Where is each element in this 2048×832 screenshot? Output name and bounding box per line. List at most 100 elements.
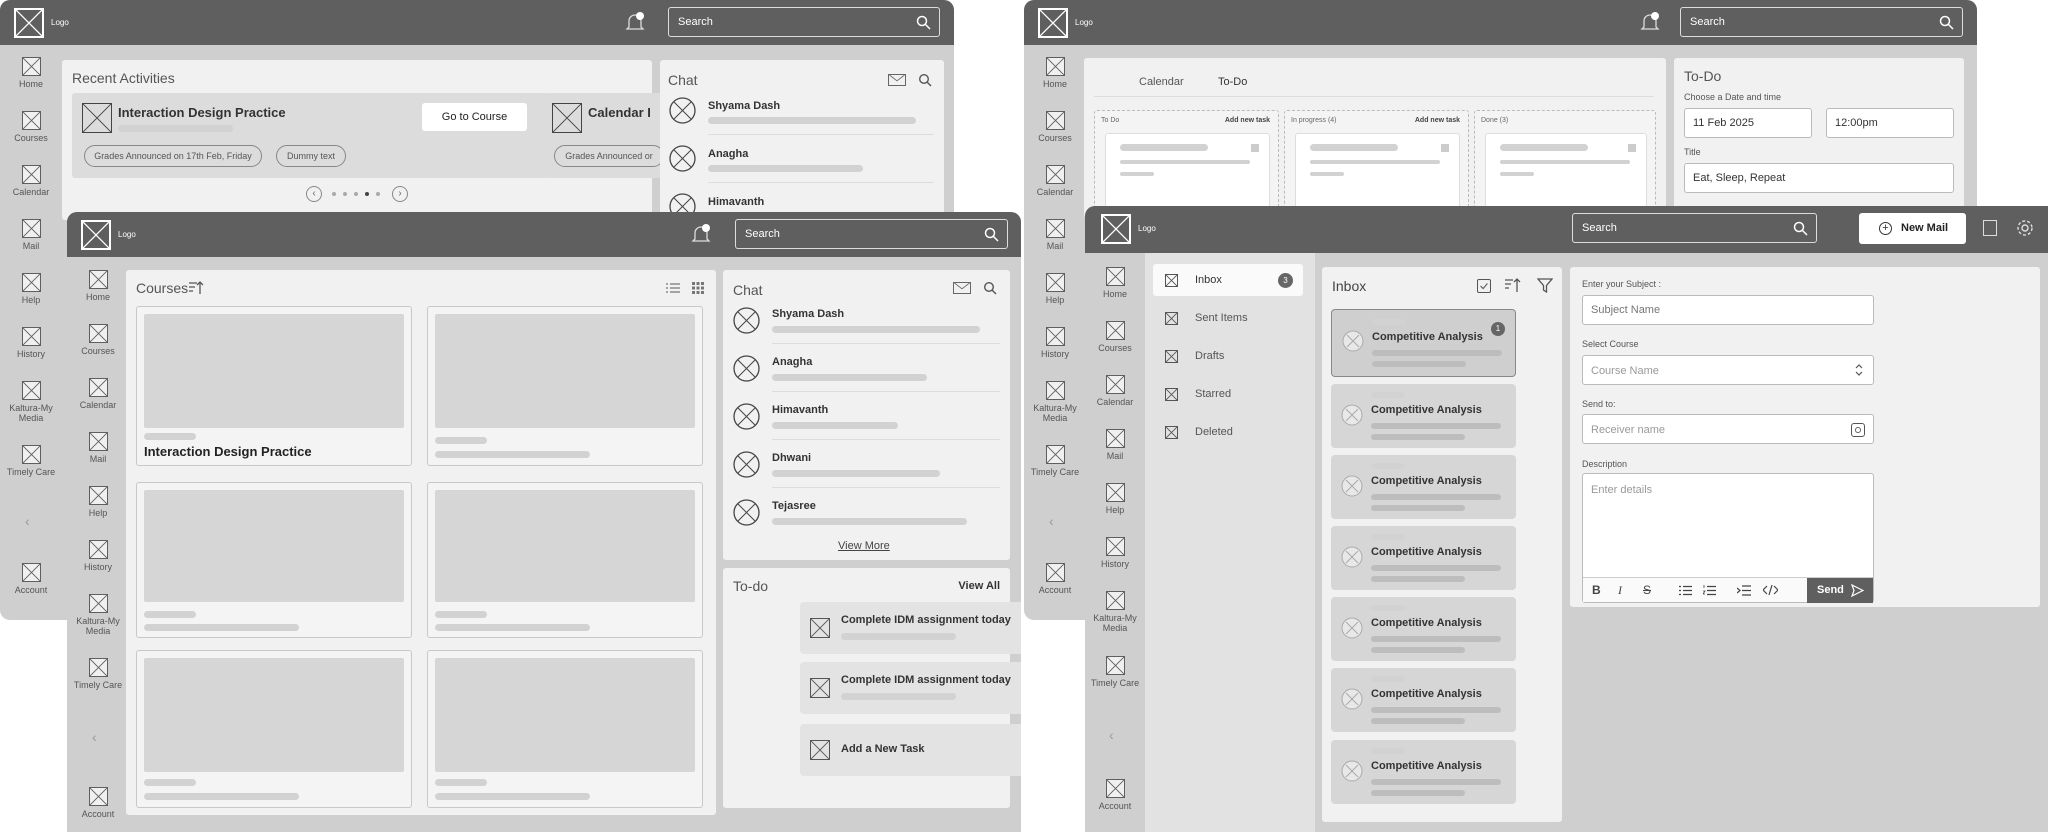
bullet-list-icon[interactable] [1679, 585, 1692, 596]
notification-bell-icon[interactable] [624, 11, 646, 33]
task-card[interactable] [1105, 133, 1270, 213]
course-card[interactable]: Interaction Design Practice [136, 306, 412, 466]
dummy-pill[interactable]: Dummy text [276, 145, 346, 167]
sidebar-item-courses[interactable]: Courses [1024, 111, 1086, 143]
todo-item[interactable]: Complete IDM assignment today [800, 662, 1021, 714]
search-input[interactable]: Search [1680, 7, 1963, 37]
sidebar-item-courses[interactable]: Courses [67, 324, 129, 356]
notification-bell-icon[interactable] [1639, 11, 1661, 33]
sidebar-item-timely-care[interactable]: Timely Care [1085, 656, 1145, 688]
sidebar-item-calendar[interactable]: Calendar [67, 378, 129, 410]
grades-pill[interactable]: Grades Announced on 17th Feb, Friday [84, 145, 262, 167]
sidebar-item-calendar[interactable]: Calendar [1024, 165, 1086, 197]
sidebar-item-mail[interactable]: Mail [1085, 429, 1145, 461]
sidebar-item-kaltura[interactable]: Kaltura-My Media [67, 594, 129, 636]
italic-icon[interactable]: I [1618, 583, 1622, 598]
strikethrough-icon[interactable]: S [1643, 583, 1651, 597]
sort-icon[interactable] [188, 281, 204, 295]
view-all-link[interactable]: View All [958, 580, 1000, 592]
title-field[interactable]: Eat, Sleep, Repeat [1684, 163, 1954, 193]
grid-view-icon[interactable] [692, 282, 704, 294]
carousel-next-icon[interactable]: › [392, 186, 408, 202]
subject-input[interactable] [1582, 295, 1874, 325]
date-field[interactable]: 11 Feb 2025 [1684, 108, 1812, 138]
sidebar-item-mail[interactable]: Mail [67, 432, 129, 464]
task-card[interactable] [1485, 133, 1647, 213]
sidebar-item-account[interactable]: Account [1085, 779, 1145, 811]
numbered-list-icon[interactable] [1703, 585, 1716, 596]
chat-contact-name[interactable]: Tejasree [772, 500, 816, 512]
chat-contact-name[interactable]: Himavanth [708, 196, 764, 208]
chat-search-icon[interactable] [983, 281, 997, 295]
task-card[interactable] [1295, 133, 1460, 213]
indent-icon[interactable] [1737, 585, 1751, 596]
sidebar-item-history[interactable]: History [0, 327, 62, 359]
sidebar-item-timely-care[interactable]: Timely Care [67, 658, 129, 690]
folder-sent[interactable]: Sent Items [1153, 302, 1303, 334]
chat-contact-name[interactable]: Dhwani [772, 452, 811, 464]
activity-card-2[interactable]: Calendar I Grades Announced or [544, 93, 664, 178]
time-field[interactable]: 12:00pm [1826, 108, 1954, 138]
sidebar-item-account[interactable]: Account [1024, 563, 1086, 595]
document-icon[interactable] [1983, 220, 1997, 236]
mail-item[interactable]: Competitive Analysis [1331, 384, 1516, 448]
sort-icon[interactable] [1504, 278, 1521, 293]
mail-item[interactable]: Competitive Analysis [1331, 597, 1516, 661]
collapse-chevron-icon[interactable]: ‹ [92, 729, 97, 745]
course-card[interactable] [427, 306, 703, 466]
sidebar-item-mail[interactable]: Mail [1024, 219, 1086, 251]
sidebar-item-home[interactable]: Home [1024, 57, 1086, 89]
chat-contact-name[interactable]: Anagha [708, 148, 748, 160]
collapse-chevron-icon[interactable]: ‹ [1109, 727, 1114, 743]
mail-item-selected[interactable]: Competitive Analysis 1 [1331, 309, 1516, 377]
folder-starred[interactable]: Starred [1153, 378, 1303, 410]
list-view-icon[interactable] [666, 282, 680, 294]
sidebar-item-help[interactable]: Help [0, 273, 62, 305]
todo-item[interactable]: Complete IDM assignment today [800, 602, 1021, 654]
chat-contact-name[interactable]: Anagha [772, 356, 812, 368]
carousel-prev-icon[interactable]: ‹ [306, 186, 322, 202]
logo-icon[interactable] [81, 220, 111, 250]
grades-pill[interactable]: Grades Announced or [554, 145, 664, 167]
filter-icon[interactable] [1537, 278, 1553, 293]
collapse-chevron-icon[interactable]: ‹ [1049, 513, 1054, 529]
sidebar-item-history[interactable]: History [1085, 537, 1145, 569]
code-icon[interactable] [1763, 584, 1778, 596]
sidebar-item-history[interactable]: History [1024, 327, 1086, 359]
search-input[interactable]: Search [735, 219, 1008, 249]
search-input[interactable]: Search [668, 7, 940, 37]
logo-icon[interactable] [14, 8, 44, 38]
description-editor[interactable]: Enter details B I S Send [1582, 473, 1874, 603]
mail-item[interactable]: Competitive Analysis [1331, 526, 1516, 590]
sidebar-item-kaltura[interactable]: Kaltura-My Media [1024, 381, 1086, 423]
sidebar-item-calendar[interactable]: Calendar [0, 165, 62, 197]
chat-search-icon[interactable] [918, 73, 932, 87]
sidebar-item-help[interactable]: Help [67, 486, 129, 518]
sidebar-item-kaltura[interactable]: Kaltura-My Media [1085, 591, 1145, 633]
sidebar-item-courses[interactable]: Courses [0, 111, 62, 143]
mail-item[interactable]: Competitive Analysis [1331, 740, 1516, 804]
sidebar-item-home[interactable]: Home [1085, 267, 1145, 299]
contact-picker-icon[interactable] [1851, 423, 1865, 437]
mail-icon[interactable] [888, 74, 906, 86]
chat-contact-name[interactable]: Shyama Dash [772, 308, 844, 320]
sidebar-item-timely-care[interactable]: Timely Care [1024, 445, 1086, 477]
mail-item[interactable]: Competitive Analysis [1331, 455, 1516, 519]
go-to-course-button[interactable]: Go to Course [422, 103, 527, 131]
course-select[interactable]: Course Name [1582, 355, 1874, 385]
add-new-task-button[interactable]: Add new task [1415, 117, 1460, 124]
chat-contact-name[interactable]: Himavanth [772, 404, 828, 416]
sidebar-item-help[interactable]: Help [1024, 273, 1086, 305]
folder-deleted[interactable]: Deleted [1153, 416, 1303, 448]
sidebar-item-home[interactable]: Home [0, 57, 62, 89]
course-card[interactable] [136, 650, 412, 808]
course-card[interactable] [427, 650, 703, 808]
sidebar-item-mail[interactable]: Mail [0, 219, 62, 251]
add-new-task-button[interactable]: Add new task [1225, 117, 1270, 124]
mail-item[interactable]: Competitive Analysis [1331, 668, 1516, 732]
sidebar-item-kaltura[interactable]: Kaltura-My Media [0, 381, 62, 423]
sidebar-item-history[interactable]: History [67, 540, 129, 572]
course-card[interactable] [136, 482, 412, 638]
logo-icon[interactable] [1038, 8, 1068, 38]
course-card[interactable] [427, 482, 703, 638]
